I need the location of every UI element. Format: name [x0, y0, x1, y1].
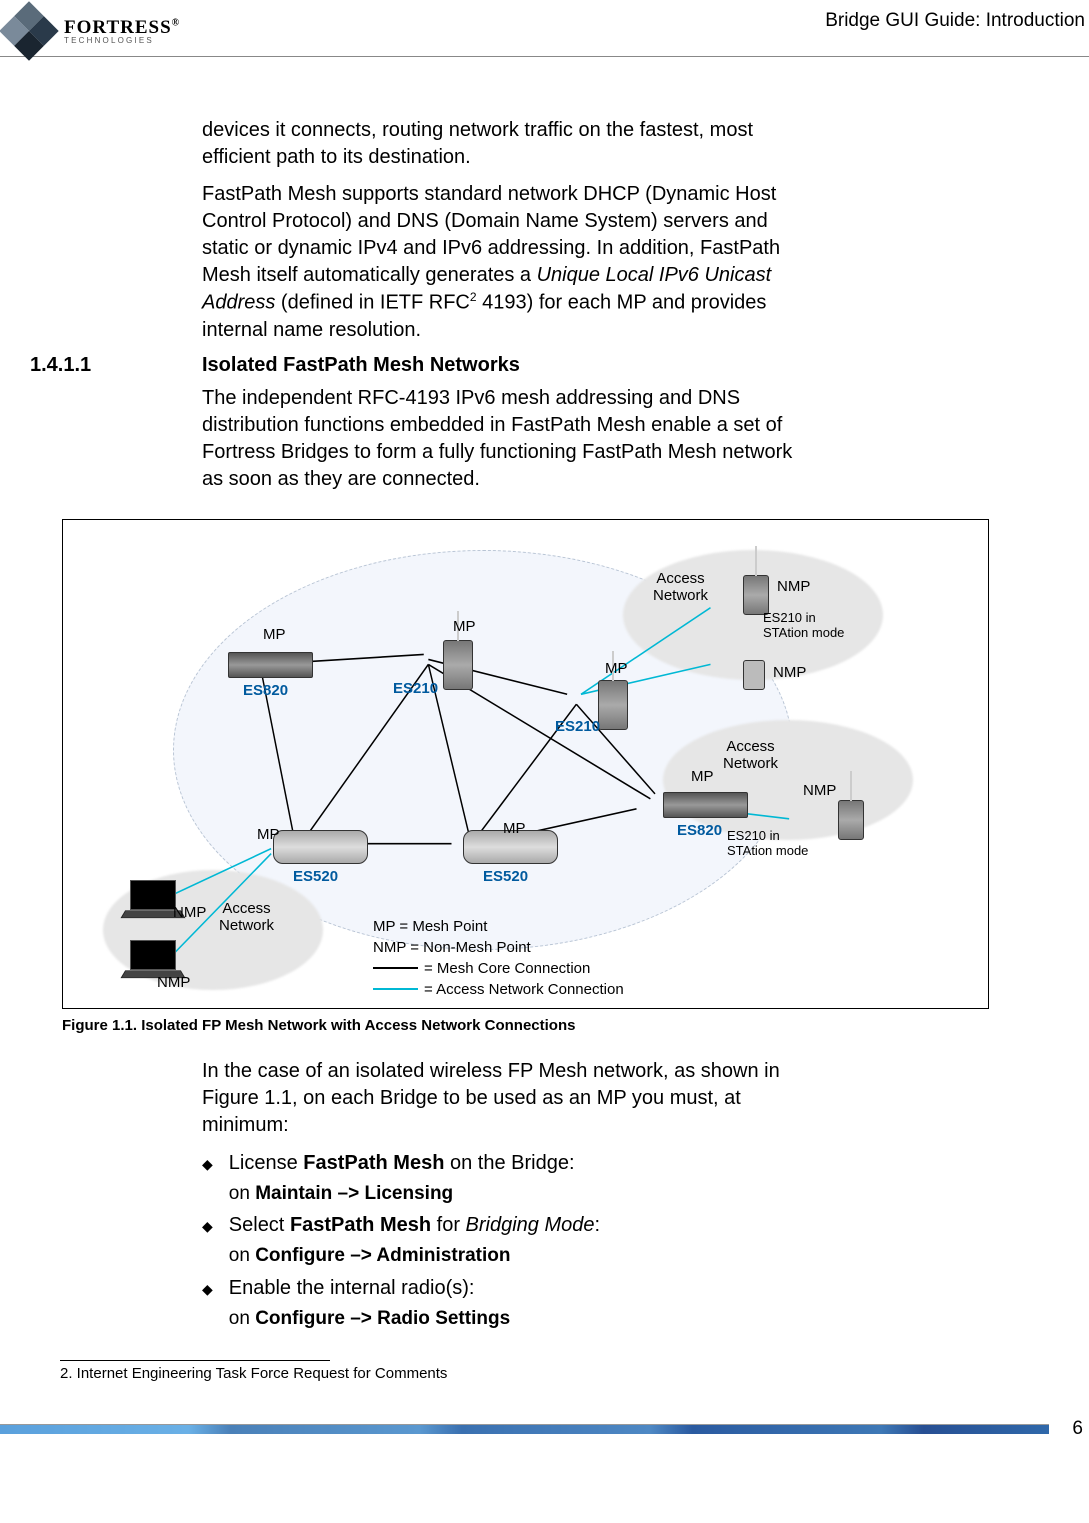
label-nmp: NMP — [173, 904, 206, 921]
diamond-bullet-icon: ◆ — [202, 1149, 213, 1208]
label-mp: MP — [257, 826, 280, 843]
device-es820-2 — [663, 792, 748, 818]
fortress-logo-icon — [0, 1, 59, 60]
footer-bar-decoration — [0, 1424, 1049, 1434]
label-es820: ES820 — [243, 682, 288, 699]
paragraph-isolated-mesh: The independent RFC-4193 IPv6 mesh addre… — [202, 385, 812, 493]
device-es210-1 — [443, 640, 473, 690]
footnote: 2. Internet Engineering Task Force Reque… — [60, 1365, 1009, 1382]
page-number: 6 — [1049, 1418, 1089, 1440]
label-es210: ES210 — [555, 718, 600, 735]
diamond-bullet-icon: ◆ — [202, 1211, 213, 1270]
device-es210-sta-1 — [743, 575, 769, 615]
label-es210-sta: ES210 in STAtion mode — [727, 828, 808, 858]
device-es210-2 — [598, 680, 628, 730]
page-footer: 6 — [0, 1418, 1089, 1440]
paragraph-fastpath-dhcp: FastPath Mesh supports standard network … — [202, 181, 812, 344]
page-header: FORTRESS® TECHNOLOGIES Bridge GUI Guide:… — [0, 0, 1089, 57]
label-nmp: NMP — [157, 974, 190, 991]
device-es820-1 — [228, 652, 313, 678]
label-es520: ES520 — [483, 868, 528, 885]
footnote-rule — [60, 1360, 330, 1361]
label-es820: ES820 — [677, 822, 722, 839]
section-heading: 1.4.1.1 Isolated FastPath Mesh Networks — [30, 354, 1009, 377]
page-content: devices it connects, routing network tra… — [0, 57, 1089, 1382]
brand-name: FORTRESS — [64, 17, 172, 38]
label-access-network: Access Network — [723, 738, 778, 772]
label-access-network: Access Network — [219, 900, 274, 934]
doc-section-title: Bridge GUI Guide: Introduction — [825, 10, 1089, 32]
label-es210: ES210 — [393, 680, 438, 697]
registered-mark: ® — [172, 17, 180, 28]
label-es520: ES520 — [293, 868, 338, 885]
paragraph-figure-followup: In the case of an isolated wireless FP M… — [202, 1058, 812, 1139]
figure-1-1: MP ES820 MP ES210 MP ES210 MP ES820 MP E… — [62, 519, 989, 1009]
label-es210-sta: ES210 in STAtion mode — [763, 610, 844, 640]
diamond-bullet-icon: ◆ — [202, 1274, 213, 1333]
section-number: 1.4.1.1 — [30, 354, 202, 377]
device-es210-sta-2 — [838, 800, 864, 840]
label-mp: MP — [605, 660, 628, 677]
label-nmp: NMP — [803, 782, 836, 799]
figure-caption: Figure 1.1. Isolated FP Mesh Network wit… — [62, 1017, 1009, 1034]
brand-logo: FORTRESS® TECHNOLOGIES — [8, 10, 180, 52]
bullet-item: ◆ Enable the internal radio(s): on Confi… — [202, 1274, 812, 1333]
figure-legend: MP = Mesh Point NMP = Non-Mesh Point = M… — [373, 916, 624, 1000]
bullet-item: ◆ License FastPath Mesh on the Bridge: o… — [202, 1149, 812, 1208]
device-es520-1 — [273, 830, 368, 864]
section-title: Isolated FastPath Mesh Networks — [202, 354, 520, 377]
label-mp: MP — [503, 820, 526, 837]
label-mp: MP — [453, 618, 476, 635]
label-access-network: Access Network — [653, 570, 708, 604]
label-nmp: NMP — [777, 578, 810, 595]
device-generic-nmp — [743, 660, 765, 690]
label-nmp: NMP — [773, 664, 806, 681]
paragraph-continuation: devices it connects, routing network tra… — [202, 117, 812, 171]
brand-subtitle: TECHNOLOGIES — [64, 37, 180, 45]
label-mp: MP — [263, 626, 286, 643]
bullet-item: ◆ Select FastPath Mesh for Bridging Mode… — [202, 1211, 812, 1270]
label-mp: MP — [691, 768, 714, 785]
bullet-list: ◆ License FastPath Mesh on the Bridge: o… — [202, 1149, 812, 1333]
